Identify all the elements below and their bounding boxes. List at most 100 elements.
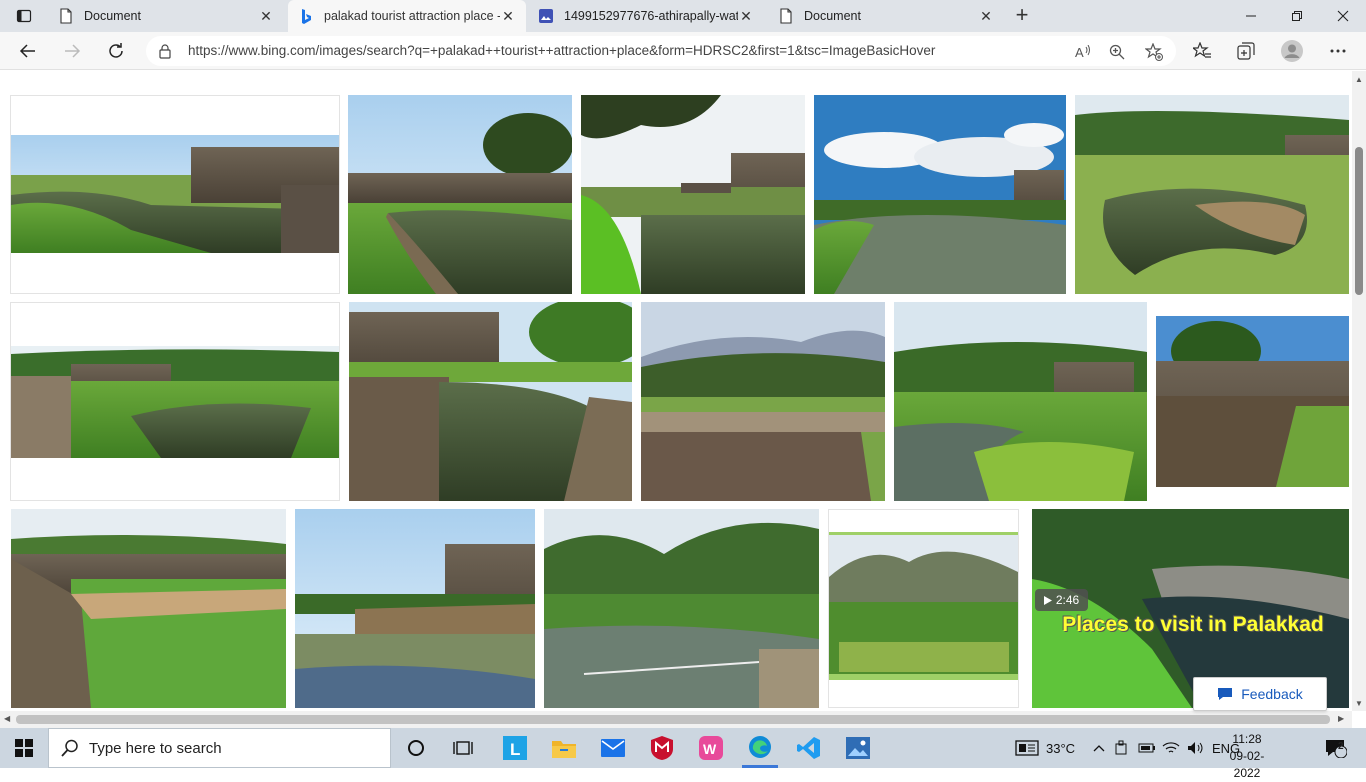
file-explorer-icon[interactable] (546, 728, 582, 768)
mail-icon[interactable] (595, 728, 631, 768)
image-result-14[interactable] (828, 509, 1019, 708)
horizontal-scroll-thumb[interactable] (16, 715, 1330, 724)
profile-avatar[interactable] (1277, 36, 1307, 66)
result-thumbnail (349, 302, 632, 501)
image-result-11[interactable] (11, 509, 286, 708)
document-icon (58, 8, 74, 24)
feedback-label: Feedback (1241, 686, 1303, 702)
horizontal-scrollbar[interactable]: ◀ ▶ (0, 711, 1352, 728)
scroll-down-arrow-icon[interactable]: ▼ (1355, 699, 1363, 708)
bing-icon (298, 8, 314, 24)
tab-actions-menu-icon[interactable] (8, 4, 40, 28)
result-thumbnail (1075, 95, 1349, 294)
notification-count: 2 (1338, 741, 1344, 752)
taskbar-clock[interactable]: 11:28 09-02-2022 (1222, 731, 1272, 782)
close-tab-icon[interactable]: ✕ (500, 8, 516, 25)
windows-logo-icon (15, 739, 33, 757)
address-toolbar: https://www.bing.com/images/search?q=+pa… (0, 32, 1366, 70)
weather-icon[interactable] (1012, 728, 1042, 768)
image-result-4[interactable] (814, 95, 1066, 294)
result-thumbnail (641, 302, 885, 501)
weather-temperature[interactable]: 33°C (1046, 728, 1075, 768)
collections-icon[interactable] (1231, 36, 1261, 66)
image-result-1[interactable] (10, 95, 340, 294)
image-result-8[interactable] (641, 302, 885, 501)
close-tab-icon[interactable]: ✕ (738, 8, 754, 25)
notifications-icon[interactable]: 2 (1318, 728, 1354, 768)
tab-title: Document (84, 9, 141, 23)
show-hidden-icons-icon[interactable] (1090, 728, 1108, 768)
vscode-icon[interactable] (791, 728, 827, 768)
result-thumbnail (814, 95, 1066, 294)
clock-time: 11:28 (1232, 732, 1262, 746)
lock-icon[interactable] (158, 43, 172, 62)
windows-taskbar: Type here to search L W 33°C ENG 11:28 0… (0, 728, 1366, 780)
result-thumbnail (11, 346, 339, 458)
scroll-right-arrow-icon[interactable]: ▶ (1338, 714, 1344, 723)
tab-document-2[interactable]: Document ✕ (768, 0, 1004, 32)
favorites-icon[interactable] (1187, 36, 1217, 66)
more-options-icon[interactable] (1323, 36, 1353, 66)
feedback-icon (1218, 688, 1233, 700)
result-thumbnail (11, 509, 286, 708)
photos-icon[interactable] (840, 728, 876, 768)
forward-button[interactable] (57, 36, 87, 66)
search-placeholder: Type here to search (89, 739, 222, 757)
taskbar-search-box[interactable]: Type here to search (48, 728, 391, 768)
tab-strip: Document ✕ palakad tourist attraction pl… (0, 0, 1366, 32)
search-icon (61, 739, 78, 757)
address-bar[interactable]: https://www.bing.com/images/search?q=+pa… (146, 36, 1176, 66)
image-result-13[interactable] (544, 509, 819, 708)
read-aloud-icon[interactable]: A (1074, 43, 1092, 61)
url-text[interactable]: https://www.bing.com/images/search?q=+pa… (188, 43, 935, 58)
minimize-button[interactable] (1228, 0, 1274, 32)
svg-text:A: A (1075, 45, 1084, 59)
tab-image-athirapally[interactable]: 1499152977676-athirapally-wate ✕ (528, 0, 764, 32)
feedback-button[interactable]: Feedback (1193, 677, 1327, 711)
result-thumbnail (894, 302, 1147, 501)
svg-text:W: W (703, 741, 717, 757)
scroll-up-arrow-icon[interactable]: ▲ (1355, 75, 1363, 84)
image-result-10[interactable] (1156, 302, 1349, 501)
cortana-icon[interactable] (398, 728, 434, 768)
meet-now-icon[interactable] (1112, 728, 1132, 768)
image-result-9[interactable] (894, 302, 1147, 501)
vertical-scroll-thumb[interactable] (1355, 147, 1363, 295)
tab-document-1[interactable]: Document ✕ (48, 0, 284, 32)
new-tab-button[interactable]: + (1010, 4, 1034, 28)
start-button[interactable] (6, 728, 42, 768)
close-tab-icon[interactable]: ✕ (978, 8, 994, 25)
add-favorite-icon[interactable] (1145, 43, 1163, 61)
tab-title: 1499152977676-athirapally-wate (564, 9, 738, 23)
image-result-12[interactable] (295, 509, 535, 708)
scroll-left-arrow-icon[interactable]: ◀ (4, 714, 10, 723)
l-app-icon[interactable]: L (497, 728, 533, 768)
image-result-5[interactable] (1075, 95, 1349, 294)
task-view-icon[interactable] (445, 728, 481, 768)
winrar-icon[interactable]: W (693, 728, 729, 768)
image-result-6[interactable] (10, 302, 340, 501)
image-result-3[interactable] (581, 95, 805, 294)
close-tab-icon[interactable]: ✕ (258, 8, 274, 25)
clock-date: 09-02-2022 (1229, 749, 1265, 780)
tab-title: Document (804, 9, 861, 23)
battery-icon[interactable] (1137, 728, 1157, 768)
wifi-icon[interactable] (1161, 728, 1181, 768)
mcafee-icon[interactable] (644, 728, 680, 768)
volume-icon[interactable] (1186, 728, 1206, 768)
refresh-button[interactable] (101, 36, 131, 66)
close-window-button[interactable] (1320, 0, 1366, 32)
image-result-7[interactable] (349, 302, 632, 501)
document-icon (778, 8, 794, 24)
back-button[interactable] (13, 36, 43, 66)
edge-browser-icon[interactable] (742, 728, 778, 768)
result-thumbnail (348, 95, 572, 294)
vertical-scrollbar[interactable]: ▲ ▼ (1352, 71, 1366, 711)
tab-bing-search[interactable]: palakad tourist attraction place - ✕ (288, 0, 526, 32)
zoom-icon[interactable] (1108, 43, 1126, 61)
result-thumbnail (544, 509, 819, 708)
restore-button[interactable] (1274, 0, 1320, 32)
image-result-2[interactable] (348, 95, 572, 294)
result-thumbnail (581, 95, 805, 294)
result-thumbnail (1156, 316, 1349, 487)
